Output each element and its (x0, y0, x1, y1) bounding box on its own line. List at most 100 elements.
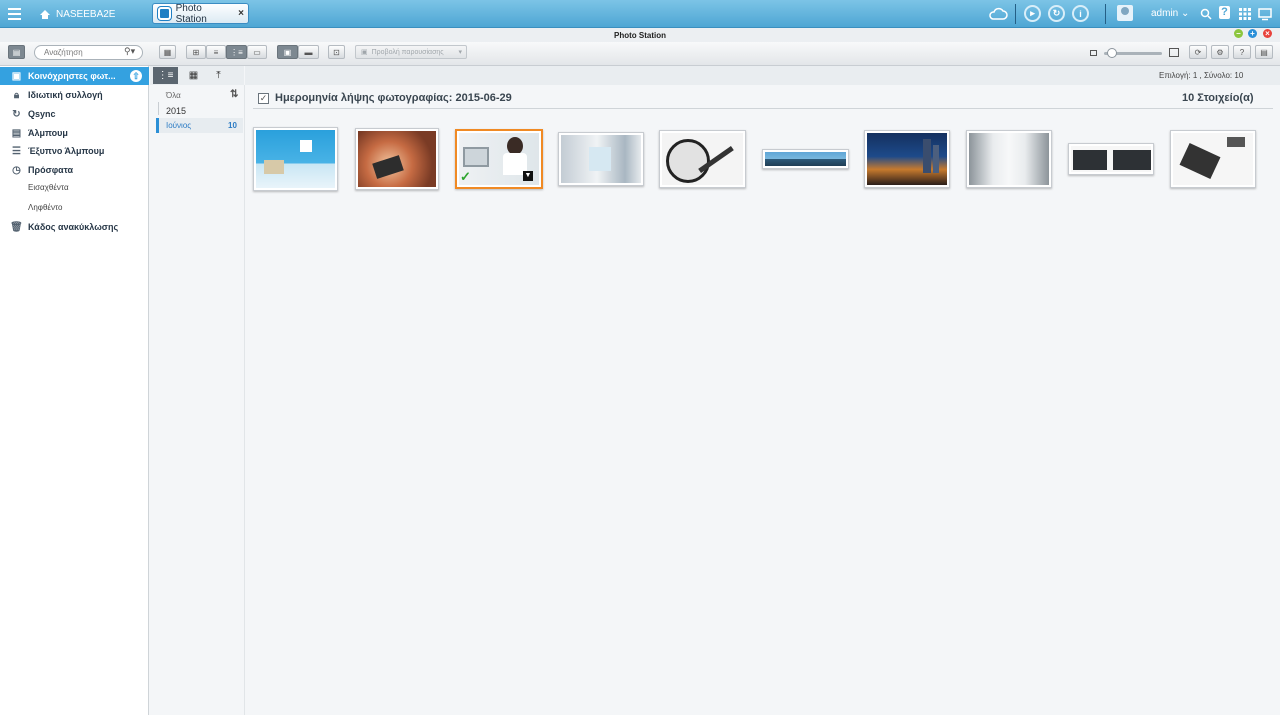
slideshow-label: Προβολή παρουσίασης (371, 48, 444, 56)
video-filter-button[interactable]: ▬ (298, 45, 319, 59)
toolbar-separator (1015, 4, 1016, 24)
timeline-list-button[interactable]: ⋮≡ (226, 45, 247, 59)
sidebar-item-imported[interactable]: Εισαχθέντα (0, 178, 149, 196)
album-icon: ▤ (11, 127, 22, 139)
photo-station-icon (158, 7, 171, 20)
nas-home-tab[interactable]: NASEEBA2E (32, 4, 144, 24)
date-group-title: Ημερομηνία λήψης φωτογραφίας: 2015-06-29 (275, 92, 512, 104)
tab-upload[interactable]: ⤒ (206, 67, 231, 84)
help-button[interactable]: ? (1233, 45, 1251, 59)
zoom-out-icon[interactable] (1090, 50, 1097, 56)
sidebar-item-label: Έξυπνο Άλμπουμ (28, 146, 105, 156)
sidebar-item-shared-photos[interactable]: ▣ Κοινόχρηστες φωτ... (0, 67, 149, 85)
tab-calendar[interactable]: ▦ (181, 67, 206, 84)
maximize-button[interactable]: + (1248, 29, 1257, 38)
search-icon[interactable] (1200, 8, 1212, 20)
photo-thumbnail[interactable] (355, 128, 439, 190)
photo-thumbnail[interactable] (1170, 130, 1256, 188)
divider (253, 108, 1273, 109)
photo-icon: ▣ (11, 70, 22, 82)
info-panel-button[interactable]: ▤ (1255, 45, 1273, 59)
close-window-button[interactable]: × (1263, 29, 1272, 38)
timeline-line (158, 102, 159, 115)
chevron-down-icon: ⌄ (1181, 8, 1190, 19)
upload-icon[interactable]: ⇧ (130, 70, 142, 82)
sidebar-item-recycle-bin[interactable]: 🗑︎ Κάδος ανακύκλωσης (0, 218, 149, 236)
timeline-month-count: 10 (228, 121, 237, 130)
photo-thumbnail[interactable] (659, 130, 746, 188)
selection-bar (245, 66, 1280, 85)
sidebar-item-smart-album[interactable]: ☰ Έξυπνο Άλμπουμ (0, 142, 149, 160)
refresh-button[interactable]: ⟳ (1189, 45, 1207, 59)
photo-station-tab[interactable]: Photo Station × (152, 2, 249, 25)
cloud-icon[interactable] (988, 7, 1008, 21)
smart-album-icon: ☰ (12, 145, 21, 157)
chevron-down-icon: ▾ (458, 49, 462, 56)
sidebar-item-label: Κοινόχρηστες φωτ... (28, 71, 116, 81)
zoom-slider-handle[interactable] (1107, 48, 1117, 58)
sidebar-item-label: Πρόσφατα (28, 165, 73, 175)
monitor-icon[interactable] (1258, 7, 1272, 21)
close-tab-icon[interactable]: × (238, 8, 244, 19)
sync-icon: ↻ (12, 108, 21, 120)
photo-thumbnail[interactable] (1068, 143, 1154, 175)
toolbar-separator (1105, 4, 1106, 24)
photo-thumbnail[interactable] (558, 132, 644, 186)
photo-menu-icon[interactable]: ▼ (523, 171, 533, 181)
zoom-in-icon[interactable] (1169, 48, 1179, 57)
timeline-month[interactable]: Ιούνιος (166, 121, 191, 130)
apps-grid-icon[interactable] (1238, 7, 1252, 21)
tab-timeline[interactable]: ⋮≡ (153, 67, 178, 84)
sidebar-item-qsync[interactable]: ↻ Qsync (0, 105, 149, 123)
list-view-button[interactable]: ≡ (206, 45, 226, 59)
photo-filter-button[interactable]: ▣ (277, 45, 298, 59)
timeline-view-button[interactable]: ▦ (159, 45, 176, 59)
trash-icon: 🗑︎ (10, 221, 23, 233)
user-menu[interactable]: admin ⌄ (1151, 8, 1189, 19)
slideshow-icon: ▣ (361, 49, 368, 56)
timeline-panel (150, 85, 245, 715)
photo-thumbnail[interactable] (253, 127, 338, 191)
nas-name: NASEEBA2E (56, 8, 116, 20)
clock-icon: ◷ (12, 164, 21, 176)
sidebar-item-label: Ληφθέντο (28, 202, 63, 212)
sidebar-item-recent[interactable]: ◷ Πρόσφατα (0, 161, 149, 179)
timeline-year[interactable]: 2015 (166, 106, 186, 116)
settings-button[interactable]: ⚙ (1211, 45, 1229, 59)
sidebar-item-label: Άλμπουμ (28, 128, 68, 138)
search-options-icon[interactable]: ⚲▾ (124, 46, 135, 57)
sort-icon[interactable]: ⇅ (230, 89, 238, 100)
info-icon[interactable]: i (1072, 5, 1089, 22)
sidebar-item-label: Κάδος ανακύκλωσης (28, 222, 119, 232)
window-title: Photo Station (614, 31, 666, 40)
help-icon[interactable]: ? (1219, 6, 1230, 19)
photo-thumbnail[interactable] (762, 149, 849, 169)
selected-check-icon: ✓ (460, 169, 471, 184)
sidebar-item-albums[interactable]: ▤ Άλμπουμ (0, 124, 149, 142)
home-icon (40, 9, 50, 19)
thumbnail-view-button[interactable]: ⊞ (186, 45, 206, 59)
sidebar-item-private-collection[interactable]: 🔒︎ Ιδιωτική συλλογή (0, 86, 149, 104)
minimize-button[interactable]: – (1234, 29, 1243, 38)
main-menu-button[interactable] (0, 0, 28, 28)
sidebar-item-taken[interactable]: Ληφθέντο (0, 198, 149, 216)
sidebar-item-label: Qsync (28, 109, 56, 119)
selection-status: Επιλογή: 1 , Σύνολο: 10 (1159, 71, 1244, 80)
lock-icon: 🔒︎ (13, 89, 20, 101)
select-all-checkbox[interactable]: ✓ (258, 93, 269, 104)
sidebar-item-label: Ιδιωτική συλλογή (28, 90, 103, 100)
folder-view-button[interactable]: ▭ (247, 45, 267, 59)
user-name: admin (1151, 8, 1179, 19)
sync-status-icon[interactable]: ↻ (1048, 5, 1065, 22)
photo-thumbnail[interactable] (864, 130, 950, 188)
sidebar-item-label: Εισαχθέντα (28, 182, 69, 192)
timeline-all[interactable]: Όλα (166, 91, 181, 100)
tab-title: Photo Station (175, 2, 207, 25)
items-count: 10 Στοιχείο(α) (1182, 92, 1254, 104)
quick-view-button[interactable]: ⊡ (328, 45, 345, 59)
slideshow-button[interactable]: ▣ Προβολή παρουσίασης ▾ (355, 45, 467, 59)
background-tasks-icon[interactable]: ▸ (1024, 5, 1041, 22)
toggle-sidebar-button[interactable]: ▤ (8, 45, 25, 59)
user-avatar-icon[interactable] (1117, 5, 1133, 21)
photo-thumbnail[interactable] (966, 130, 1052, 188)
